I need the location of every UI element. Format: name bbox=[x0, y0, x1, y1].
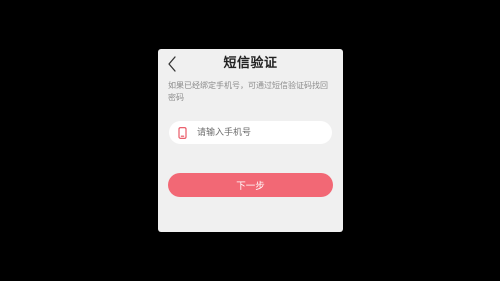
next-button[interactable]: 下一步 bbox=[168, 173, 333, 197]
dialog-title: 短信验证 bbox=[223, 56, 278, 71]
phone-input[interactable] bbox=[197, 122, 317, 143]
phone-field[interactable] bbox=[169, 121, 332, 144]
hint-text: 如果已经绑定手机号，可通过短信验证码找回密码 bbox=[168, 81, 328, 102]
phone-icon bbox=[178, 126, 187, 139]
sms-verification-dialog: 短信验证 如果已经绑定手机号，可通过短信验证码找回密码 下一步 bbox=[158, 49, 343, 232]
screen: 短信验证 如果已经绑定手机号，可通过短信验证码找回密码 下一步 bbox=[0, 0, 500, 281]
